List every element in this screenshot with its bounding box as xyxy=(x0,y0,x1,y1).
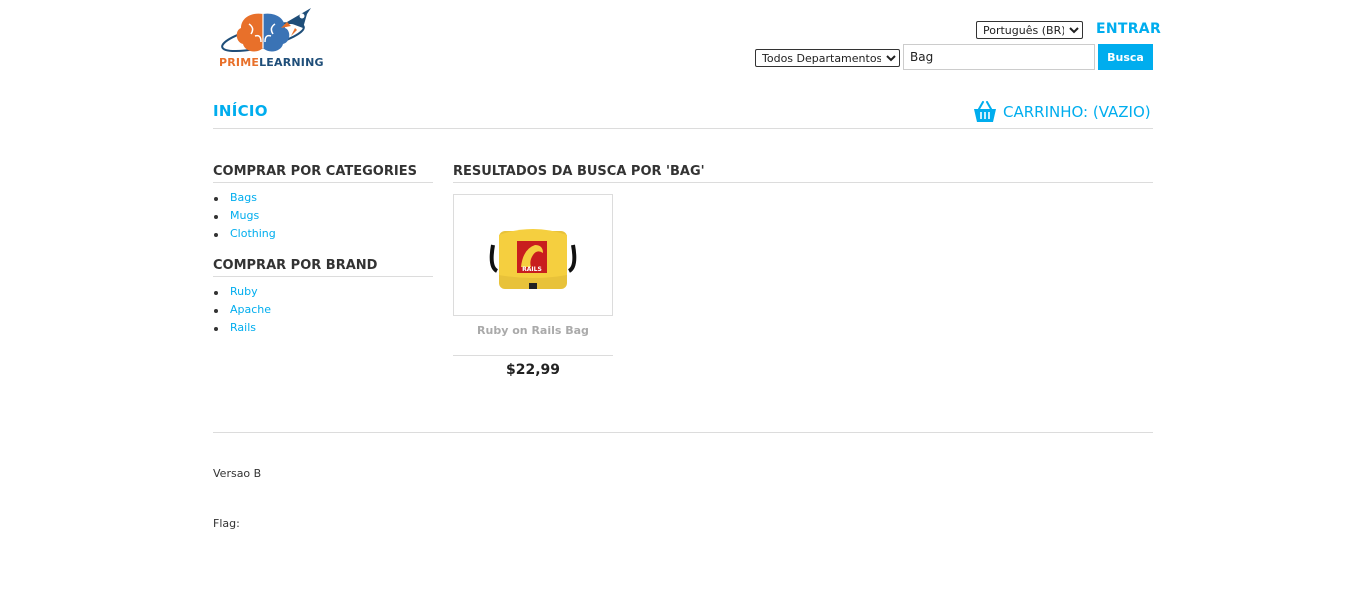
home-link[interactable]: INÍCIO xyxy=(213,102,268,120)
department-select[interactable]: Todos Departamentos xyxy=(755,49,900,67)
list-item: Ruby xyxy=(213,283,271,301)
brands-list: Ruby Apache Rails xyxy=(213,283,271,337)
product-image-link[interactable]: RAILS xyxy=(453,194,613,316)
list-item: Mugs xyxy=(213,207,276,225)
logo-text-part2: LEARNING xyxy=(259,56,324,69)
logo-text: PRIMELEARNING xyxy=(219,56,324,69)
rails-bag-image: RAILS xyxy=(489,229,577,289)
logo-text-part1: PRIME xyxy=(219,56,260,69)
product-card: RAILS Ruby on Rails Bag $22,99 xyxy=(453,194,613,378)
brand-link-ruby[interactable]: Ruby xyxy=(230,285,258,298)
cart-link[interactable]: CARRINHO: (VAZIO) xyxy=(973,100,1151,124)
version-text: Versao B xyxy=(213,467,262,480)
category-link-clothing[interactable]: Clothing xyxy=(230,227,276,240)
footer-divider xyxy=(213,432,1153,433)
language-select[interactable]: Português (BR) xyxy=(976,21,1083,39)
nav-divider xyxy=(213,128,1153,129)
flag-text: Flag: xyxy=(213,517,240,530)
product-divider xyxy=(453,355,613,356)
brand-link-apache[interactable]: Apache xyxy=(230,303,271,316)
product-name[interactable]: Ruby on Rails Bag xyxy=(453,324,613,337)
cart-label: CARRINHO: (VAZIO) xyxy=(1003,103,1151,121)
bag-brand-text: RAILS xyxy=(522,266,542,273)
search-button[interactable]: Busca xyxy=(1098,44,1153,70)
results-title: RESULTADOS DA BUSCA POR 'BAG' xyxy=(453,164,1153,183)
list-item: Bags xyxy=(213,189,276,207)
search-input[interactable] xyxy=(903,44,1095,70)
product-price: $22,99 xyxy=(505,362,561,378)
login-link[interactable]: ENTRAR xyxy=(1096,21,1161,37)
brands-title: COMPRAR POR BRAND xyxy=(213,258,433,277)
category-link-bags[interactable]: Bags xyxy=(230,191,257,204)
list-item: Rails xyxy=(213,319,271,337)
list-item: Apache xyxy=(213,301,271,319)
categories-list: Bags Mugs Clothing xyxy=(213,189,276,243)
shopping-basket-icon xyxy=(974,101,996,122)
list-item: Clothing xyxy=(213,225,276,243)
categories-title: COMPRAR POR CATEGORIES xyxy=(213,164,433,183)
brand-link-rails[interactable]: Rails xyxy=(230,321,256,334)
brain-rocket-logo-icon xyxy=(221,8,311,53)
category-link-mugs[interactable]: Mugs xyxy=(230,209,259,222)
page-container: PRIMELEARNING Português (BR) ENTRAR Todo… xyxy=(213,0,1161,612)
